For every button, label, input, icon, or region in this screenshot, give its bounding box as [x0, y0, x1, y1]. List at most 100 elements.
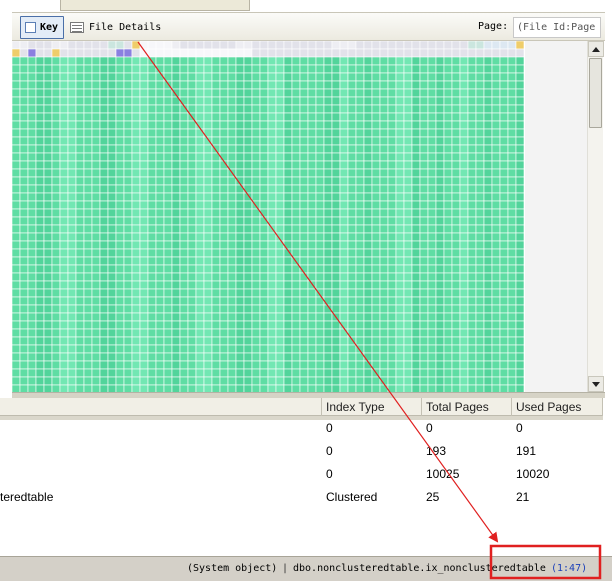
page-cell[interactable]	[211, 312, 221, 322]
page-cell[interactable]	[123, 200, 133, 210]
page-cell[interactable]	[379, 48, 389, 58]
page-cell[interactable]	[267, 104, 277, 114]
page-cell[interactable]	[427, 256, 437, 266]
page-cell[interactable]	[251, 272, 261, 282]
page-cell[interactable]	[235, 120, 245, 130]
page-cell[interactable]	[27, 80, 37, 90]
page-cell[interactable]	[315, 120, 325, 130]
page-cell[interactable]	[467, 56, 477, 66]
page-cell[interactable]	[403, 168, 413, 178]
page-cell[interactable]	[59, 200, 69, 210]
page-cell[interactable]	[331, 160, 341, 170]
page-cell[interactable]	[67, 304, 77, 314]
page-cell[interactable]	[475, 136, 485, 146]
page-cell[interactable]	[347, 336, 357, 346]
page-cell[interactable]	[411, 304, 421, 314]
page-cell[interactable]	[435, 200, 445, 210]
page-cell[interactable]	[12, 232, 21, 242]
page-cell[interactable]	[379, 168, 389, 178]
page-cell[interactable]	[411, 352, 421, 362]
page-cell[interactable]	[115, 248, 125, 258]
page-cell[interactable]	[331, 352, 341, 362]
page-cell[interactable]	[43, 192, 53, 202]
page-cell[interactable]	[187, 168, 197, 178]
page-cell[interactable]	[51, 48, 61, 58]
page-cell[interactable]	[307, 144, 317, 154]
page-cell[interactable]	[99, 264, 109, 274]
page-cell[interactable]	[267, 208, 277, 218]
page-cell[interactable]	[459, 152, 469, 162]
page-cell[interactable]	[139, 248, 149, 258]
page-cell[interactable]	[403, 192, 413, 202]
page-cell[interactable]	[43, 248, 53, 258]
page-cell[interactable]	[259, 336, 269, 346]
page-cell[interactable]	[51, 64, 61, 74]
page-cell[interactable]	[203, 232, 213, 242]
page-cell[interactable]	[195, 80, 205, 90]
page-cell[interactable]	[83, 376, 93, 386]
page-cell[interactable]	[43, 344, 53, 354]
page-cell[interactable]	[67, 176, 77, 186]
page-cell[interactable]	[363, 312, 373, 322]
page-cell[interactable]	[179, 56, 189, 66]
page-cell[interactable]	[491, 200, 501, 210]
page-cell[interactable]	[83, 240, 93, 250]
page-cell[interactable]	[355, 80, 365, 90]
page-cell[interactable]	[475, 120, 485, 130]
page-cell[interactable]	[251, 344, 261, 354]
page-cell[interactable]	[347, 104, 357, 114]
page-cell[interactable]	[371, 48, 381, 58]
page-cell[interactable]	[147, 120, 157, 130]
page-cell[interactable]	[515, 96, 525, 106]
page-cell[interactable]	[219, 360, 229, 370]
page-cell[interactable]	[515, 272, 525, 282]
page-cell[interactable]	[131, 224, 141, 234]
page-cell[interactable]	[395, 376, 405, 386]
page-cell[interactable]	[123, 352, 133, 362]
page-cell[interactable]	[315, 41, 325, 50]
page-cell[interactable]	[323, 72, 333, 82]
page-cell[interactable]	[283, 80, 293, 90]
page-cell[interactable]	[427, 216, 437, 226]
page-cell[interactable]	[443, 320, 453, 330]
page-cell[interactable]	[403, 336, 413, 346]
page-cell[interactable]	[275, 376, 285, 386]
page-cell[interactable]	[483, 352, 493, 362]
page-cell[interactable]	[347, 41, 357, 50]
page-cell[interactable]	[259, 304, 269, 314]
page-cell[interactable]	[147, 184, 157, 194]
page-cell[interactable]	[355, 176, 365, 186]
page-cell[interactable]	[347, 72, 357, 82]
page-cell[interactable]	[227, 128, 237, 138]
page-cell[interactable]	[91, 41, 101, 50]
page-cell[interactable]	[219, 320, 229, 330]
page-cell[interactable]	[403, 56, 413, 66]
page-cell[interactable]	[427, 376, 437, 386]
page-cell[interactable]	[27, 88, 37, 98]
page-cell[interactable]	[51, 120, 61, 130]
page-cell[interactable]	[179, 376, 189, 386]
page-cell[interactable]	[75, 312, 85, 322]
page-cell[interactable]	[187, 368, 197, 378]
page-cell[interactable]	[339, 208, 349, 218]
page-cell[interactable]	[403, 152, 413, 162]
page-cell[interactable]	[323, 160, 333, 170]
page-cell[interactable]	[475, 184, 485, 194]
page-cell[interactable]	[459, 72, 469, 82]
page-cell[interactable]	[123, 48, 133, 58]
page-cell[interactable]	[155, 304, 165, 314]
page-cell[interactable]	[515, 256, 525, 266]
page-cell[interactable]	[35, 56, 45, 66]
page-cell[interactable]	[451, 216, 461, 226]
page-cell[interactable]	[243, 160, 253, 170]
page-cell[interactable]	[307, 96, 317, 106]
page-cell[interactable]	[35, 136, 45, 146]
page-cell[interactable]	[211, 288, 221, 298]
page-cell[interactable]	[67, 360, 77, 370]
page-cell[interactable]	[403, 232, 413, 242]
page-cell[interactable]	[107, 256, 117, 266]
page-cell[interactable]	[291, 168, 301, 178]
page-cell[interactable]	[243, 136, 253, 146]
page-cell[interactable]	[307, 152, 317, 162]
page-cell[interactable]	[211, 144, 221, 154]
